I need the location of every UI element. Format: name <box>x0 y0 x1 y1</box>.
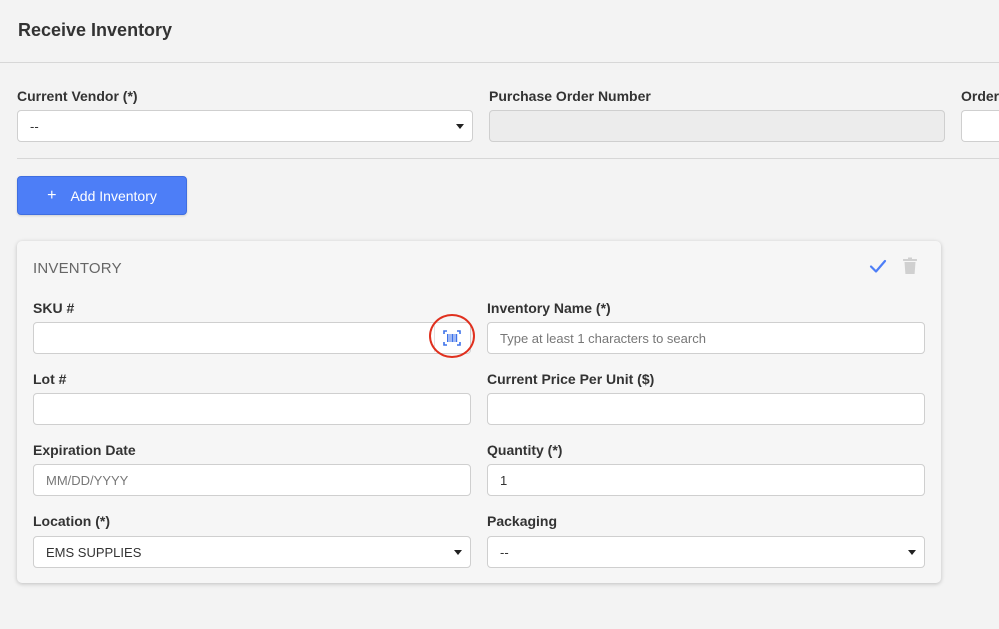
vendor-select-value: -- <box>30 118 39 134</box>
trash-icon[interactable] <box>902 257 918 275</box>
check-icon[interactable] <box>868 256 888 276</box>
inventory-name-placeholder: Type at least 1 characters to search <box>500 330 706 346</box>
vendor-select[interactable]: -- <box>17 110 473 142</box>
barcode-scan-button[interactable] <box>434 324 469 352</box>
inventory-name-label: Inventory Name (*) <box>487 300 611 316</box>
lot-input[interactable] <box>33 393 471 425</box>
price-input[interactable] <box>487 393 925 425</box>
quantity-input[interactable]: 1 <box>487 464 925 496</box>
lot-label: Lot # <box>33 371 67 387</box>
sku-input[interactable] <box>33 322 471 354</box>
packaging-select[interactable]: -- <box>487 536 925 568</box>
packaging-select-value: -- <box>500 544 509 560</box>
inventory-card: INVENTORY SKU # Inventory Name (*) Type … <box>17 241 941 583</box>
quantity-value: 1 <box>500 472 508 488</box>
sku-label: SKU # <box>33 300 75 316</box>
chevron-down-icon <box>456 124 464 129</box>
expiration-date-label: Expiration Date <box>33 442 136 458</box>
add-inventory-button[interactable]: + Add Inventory <box>17 176 187 215</box>
section-divider <box>17 158 999 159</box>
packaging-label: Packaging <box>487 513 558 529</box>
expiration-date-placeholder: MM/DD/YYYY <box>46 472 129 488</box>
add-inventory-label: Add Inventory <box>70 187 157 204</box>
plus-icon: + <box>47 186 57 204</box>
order-input[interactable] <box>961 110 999 142</box>
location-select-value: EMS SUPPLIES <box>46 544 142 560</box>
po-number-label: Purchase Order Number <box>489 88 651 104</box>
location-label: Location (*) <box>33 513 110 529</box>
price-label: Current Price Per Unit ($) <box>487 371 655 387</box>
barcode-scan-icon <box>443 330 461 346</box>
vendor-label: Current Vendor (*) <box>17 88 138 104</box>
po-number-input[interactable] <box>489 110 945 142</box>
order-label: Order <box>961 88 999 104</box>
chevron-down-icon <box>908 550 916 555</box>
page-header: Receive Inventory <box>0 0 999 63</box>
quantity-label: Quantity (*) <box>487 442 563 458</box>
expiration-date-input[interactable]: MM/DD/YYYY <box>33 464 471 496</box>
inventory-name-search-input[interactable]: Type at least 1 characters to search <box>487 322 925 354</box>
chevron-down-icon <box>454 550 462 555</box>
page-title: Receive Inventory <box>18 20 173 40</box>
card-title: INVENTORY <box>33 260 122 277</box>
location-select[interactable]: EMS SUPPLIES <box>33 536 471 568</box>
